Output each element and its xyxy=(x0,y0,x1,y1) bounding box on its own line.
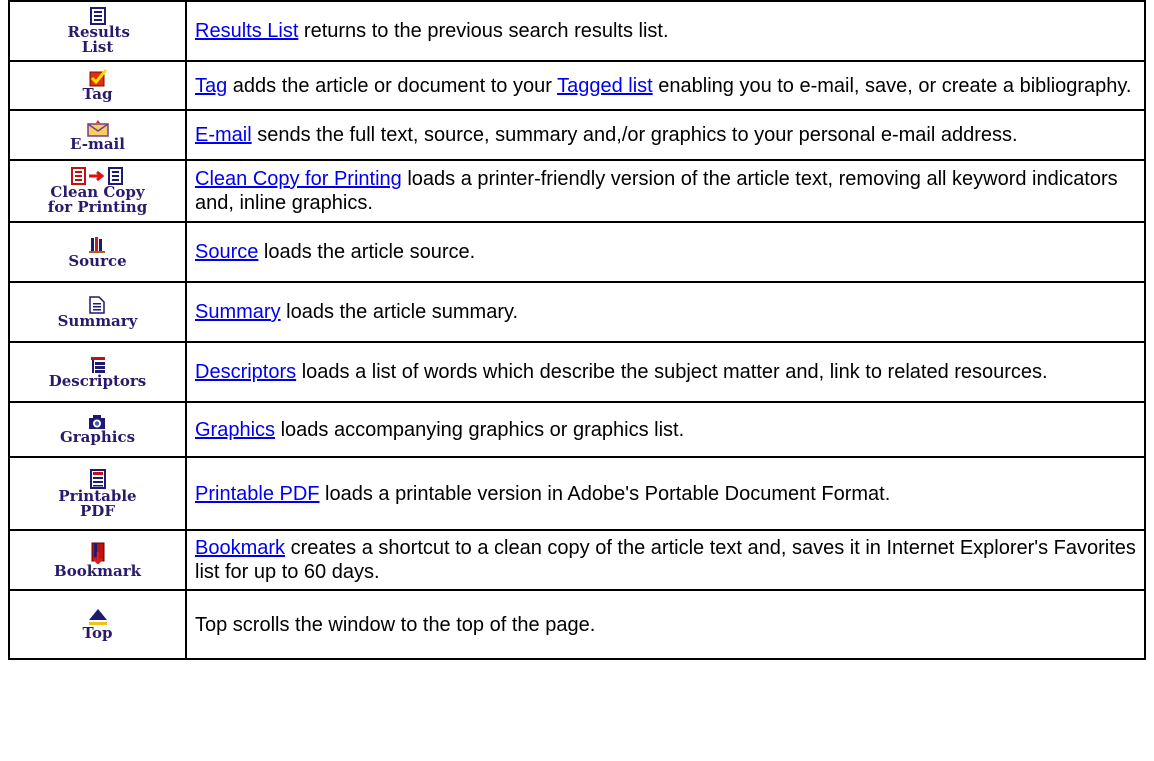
source-button[interactable]: Source xyxy=(68,236,127,270)
table-row: Summary Summary loads the article summar… xyxy=(8,281,1146,343)
table-row: E-mail E-mail sends the full text, sourc… xyxy=(8,109,1146,161)
bookmark-link[interactable]: Bookmark xyxy=(195,537,285,559)
table-row: Source Source loads the article source. xyxy=(8,221,1146,283)
table-row: Top Top scrolls the window to the top of… xyxy=(8,589,1146,660)
results-list-link[interactable]: Results List xyxy=(195,20,298,42)
table-row: Tag Tag adds the article or document to … xyxy=(8,60,1146,111)
toolbar-help-table: Results List Results List returns to the… xyxy=(8,0,1146,660)
icon-cell: Summary xyxy=(8,281,187,343)
description-cell: Top scrolls the window to the top of the… xyxy=(185,589,1146,660)
summary-button-label: Summary xyxy=(57,311,138,330)
tag-button[interactable]: Tag xyxy=(82,69,113,103)
icon-cell: Clean Copy for Printing xyxy=(8,159,187,223)
clean-copy-button[interactable]: Clean Copy for Printing xyxy=(43,167,153,215)
icon-cell: Tag xyxy=(8,60,187,111)
table-row: Descriptors Descriptors loads a list of … xyxy=(8,341,1146,403)
source-link[interactable]: Source xyxy=(195,241,258,263)
printable-pdf-link[interactable]: Printable PDF xyxy=(195,483,320,505)
description-cell: Descriptors loads a list of words which … xyxy=(185,341,1146,403)
summary-button[interactable]: Summary xyxy=(57,295,138,330)
source-button-label: Source xyxy=(68,251,127,270)
description-cell: Clean Copy for Printing loads a printer-… xyxy=(185,159,1146,223)
bookmark-button[interactable]: Bookmark xyxy=(54,542,141,579)
descriptors-button[interactable]: Descriptors xyxy=(48,356,147,390)
results-list-button-label: Results List xyxy=(67,23,130,56)
description-text: adds the article or document to your xyxy=(227,74,558,97)
description-text: Top scrolls the window to the top of the… xyxy=(195,613,596,636)
description-text: sends the full text, source, summary and… xyxy=(251,124,1018,146)
descriptors-link[interactable]: Descriptors xyxy=(195,361,296,383)
tagged-list-link[interactable]: Tagged list xyxy=(557,75,653,97)
icon-cell: Results List xyxy=(8,0,187,62)
bookmark-button-label: Bookmark xyxy=(54,561,141,580)
tag-button-label: Tag xyxy=(82,85,113,103)
books-icon xyxy=(89,236,106,253)
table-row: Printable PDF Printable PDF loads a prin… xyxy=(8,456,1146,531)
description-text: creates a shortcut to a clean copy of th… xyxy=(195,537,1136,583)
email-button[interactable]: E-mail xyxy=(70,119,125,152)
description-text: loads a list of words which describe the… xyxy=(296,361,1048,383)
table-row: Graphics Graphics loads accompanying gra… xyxy=(8,401,1146,458)
description-cell: Results List returns to the previous sea… xyxy=(185,0,1146,62)
icon-cell: Graphics xyxy=(8,401,187,458)
printable-pdf-button-label: Printable PDF xyxy=(58,486,137,520)
icon-cell: Printable PDF xyxy=(8,456,187,531)
icon-cell: Bookmark xyxy=(8,529,187,591)
bookmark-icon xyxy=(91,542,104,564)
description-cell: Printable PDF loads a printable version … xyxy=(185,456,1146,531)
table-row: Clean Copy for Printing Clean Copy for P… xyxy=(8,159,1146,223)
graphics-link[interactable]: Graphics xyxy=(195,419,275,441)
icon-cell: Top xyxy=(8,589,187,660)
description-cell: Source loads the article source. xyxy=(185,221,1146,283)
tree-list-icon xyxy=(90,356,105,373)
icon-cell: E-mail xyxy=(8,109,187,161)
clean-copy-button-label: Clean Copy for Printing xyxy=(47,183,148,216)
table-row: Bookmark Bookmark creates a shortcut to … xyxy=(8,529,1146,591)
description-text: loads a printable version in Adobe's Por… xyxy=(319,482,891,505)
description-cell: Graphics loads accompanying graphics or … xyxy=(185,401,1146,458)
description-text: loads accompanying graphics or graphics … xyxy=(275,418,685,441)
top-button[interactable]: Top xyxy=(82,608,113,642)
pdf-document-icon xyxy=(89,468,106,489)
description-cell: E-mail sends the full text, source, summ… xyxy=(185,109,1146,161)
printable-pdf-button[interactable]: Printable PDF xyxy=(58,468,138,520)
results-list-button[interactable]: Results List xyxy=(67,7,130,56)
email-link[interactable]: E-mail xyxy=(195,124,252,146)
graphics-button-label: Graphics xyxy=(59,428,136,446)
description-cell: Bookmark creates a shortcut to a clean c… xyxy=(185,529,1146,591)
top-button-label: Top xyxy=(82,624,113,642)
envelope-icon xyxy=(86,119,109,137)
description-cell: Summary loads the article summary. xyxy=(185,281,1146,343)
table-row: Results List Results List returns to the… xyxy=(8,0,1146,62)
icon-cell: Source xyxy=(8,221,187,283)
icon-cell: Descriptors xyxy=(8,341,187,403)
descriptors-button-label: Descriptors xyxy=(48,371,147,390)
tag-link[interactable]: Tag xyxy=(195,75,227,97)
clean-copy-link[interactable]: Clean Copy for Printing xyxy=(195,168,402,190)
graphics-button[interactable]: Graphics xyxy=(60,414,135,445)
description-text: loads the article source. xyxy=(258,241,476,263)
summary-link[interactable]: Summary xyxy=(195,301,281,323)
description-text: loads the article summary. xyxy=(280,301,519,323)
description-text: returns to the previous search results l… xyxy=(298,20,669,42)
email-button-label: E-mail xyxy=(70,134,125,153)
document-icon xyxy=(89,295,106,314)
description-cell: Tag adds the article or document to your… xyxy=(185,60,1146,111)
description-text: enabling you to e-mail, save, or create … xyxy=(652,74,1132,97)
